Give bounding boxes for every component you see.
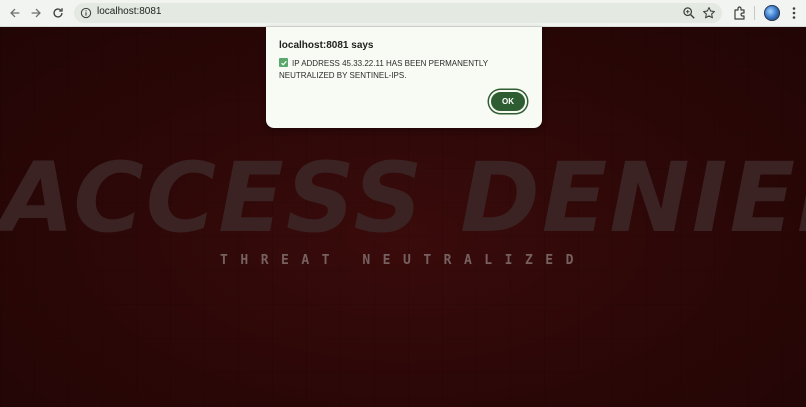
reload-button[interactable]: [49, 4, 67, 22]
arrow-left-icon: [10, 8, 20, 18]
info-icon: [80, 7, 92, 19]
ok-button[interactable]: OK: [489, 90, 527, 113]
reload-icon: [53, 8, 63, 18]
dialog-title: localhost:8081 says: [279, 40, 374, 51]
site-info-button[interactable]: [78, 5, 94, 21]
toolbar-divider: [754, 6, 755, 20]
dialog-message: IP ADDRESS 45.33.22.11 HAS BEEN PERMANEN…: [279, 59, 488, 80]
puzzle-icon[interactable]: [732, 5, 748, 21]
profile-avatar[interactable]: [764, 5, 780, 21]
forward-button[interactable]: [27, 4, 45, 22]
url-text[interactable]: localhost:8081: [97, 6, 162, 17]
browser-toolbar: localhost:8081: [0, 0, 806, 27]
star-icon[interactable]: [702, 6, 716, 20]
alert-dialog: localhost:8081 says IP ADDRESS 45.33.22.…: [266, 27, 542, 128]
zoom-icon[interactable]: [682, 6, 696, 20]
kebab-menu-icon[interactable]: [788, 5, 800, 21]
address-bar[interactable]: localhost:8081: [74, 3, 722, 23]
access-denied-headline: ACCESS DENIED: [0, 142, 806, 254]
back-button[interactable]: [6, 4, 24, 22]
threat-neutralized-subheadline: THREAT NEUTRALIZED: [220, 253, 586, 268]
arrow-right-icon: [31, 8, 41, 18]
